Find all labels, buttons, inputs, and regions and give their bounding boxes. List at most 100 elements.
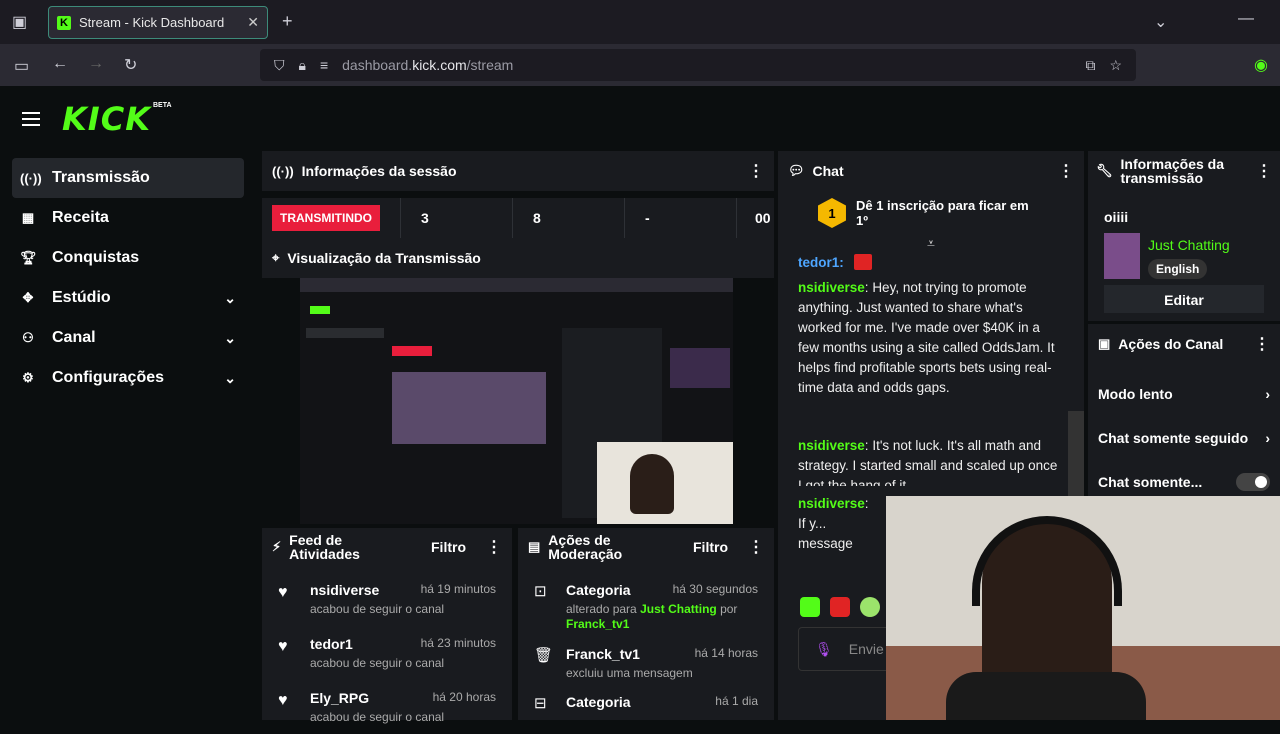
mod-user[interactable]: Franck_tv1 [566, 646, 640, 662]
emote-icon[interactable] [830, 597, 850, 617]
pinned-leaderboard[interactable]: 1 Dê 1 inscrição para ficar em 1º [778, 191, 1084, 235]
microphone-icon[interactable]: 🎙︎ [815, 641, 833, 658]
sidebar-item-label: Estúdio [52, 289, 111, 306]
chevron-right-icon: › [1265, 386, 1270, 402]
shield-icon[interactable]: ⛉ [274, 57, 285, 74]
permissions-icon[interactable]: ≡ [320, 57, 328, 73]
sidebar-item-conquistas[interactable]: 🏆︎ Conquistas [12, 238, 244, 278]
panel-title: Feed de Atividades [289, 532, 360, 562]
moderation-icon: ▤ [528, 539, 541, 554]
url-domain: kick.com [412, 57, 467, 73]
broadcast-icon: ((·)) [272, 163, 294, 179]
emote-icon[interactable] [860, 597, 880, 617]
sidebar-item-canal[interactable]: ⚇ Canal ⌄ [12, 318, 244, 358]
chat-text: Hey, not trying to promote anything. Jus… [798, 280, 1055, 395]
chat-scrollbar[interactable] [1068, 411, 1084, 501]
moderator-link[interactable]: Franck_tv1 [566, 617, 629, 631]
account-icon[interactable]: ◉ [1254, 55, 1268, 75]
address-bar[interactable]: ⛉ 🔒︎ ≡ dashboard. kick.com/stream ⧉ ☆ [260, 49, 1136, 81]
feed-item: ♥ Ely_RPG há 20 horas acabou de seguir o … [262, 690, 512, 734]
sidebar-item-configuracoes[interactable]: ⚙ Configurações ⌄ [12, 358, 244, 398]
more-options-icon[interactable]: ⋮ [748, 537, 764, 557]
bolt-icon: ⚡︎ [272, 539, 282, 554]
action-label: Chat somente seguidores [1098, 430, 1248, 446]
feed-time: há 19 minutos [420, 582, 496, 596]
feed-user[interactable]: tedor1 [310, 636, 353, 652]
logo-row: KICK BETA [22, 100, 172, 138]
category-name[interactable]: Just Chatting [1148, 237, 1230, 253]
more-options-icon[interactable]: ⋮ [1256, 161, 1272, 181]
heart-icon: ♥ [278, 638, 288, 655]
more-options-icon[interactable]: ⋮ [748, 161, 764, 181]
browser-tab[interactable]: K Stream - Kick Dashboard ✕ [48, 6, 268, 39]
preview-icon: ⌖ [272, 250, 280, 265]
moderation-panel: ▤ Ações de Moderação Filtro ⋮ ⊡ Categori… [518, 528, 774, 720]
category-icon: ⊡ [534, 583, 547, 600]
minimize-icon[interactable]: — [1238, 10, 1254, 28]
feed-time: há 23 minutos [420, 636, 496, 650]
action-label: Modo lento [1098, 386, 1173, 402]
sidebar: ((·)) Transmissão ▦ Receita 🏆︎ Conquista… [12, 158, 244, 398]
lock-icon[interactable]: 🔒︎ [299, 57, 306, 74]
category-thumbnail [1104, 233, 1140, 279]
bookmark-star-icon[interactable]: ☆ [1109, 57, 1122, 74]
emote-icon[interactable] [800, 597, 820, 617]
chat-username[interactable]: tedor1: [798, 255, 844, 270]
mod-text: alterado para [566, 602, 641, 616]
collapse-pinned-icon[interactable]: ⩡ [778, 235, 1084, 252]
pinned-text: Dê 1 inscrição para ficar em 1º [855, 198, 1029, 228]
shirt [946, 672, 1146, 720]
toggle-switch[interactable] [1236, 473, 1270, 491]
kick-logo[interactable]: KICK [62, 100, 151, 138]
chat-message: nsidiverse: Hey, not trying to promote a… [798, 280, 1055, 395]
feed-filter-button[interactable]: Filtro [431, 539, 466, 555]
activity-feed-panel: ⚡︎ Feed de Atividades Filtro ⋮ ♥ nsidive… [262, 528, 512, 724]
stream-preview-video[interactable] [300, 278, 733, 524]
picture-in-picture-icon[interactable]: ⧉ [1085, 57, 1095, 74]
chat-message: tedor1: [778, 254, 1084, 270]
close-tab-icon[interactable]: ✕ [247, 14, 259, 31]
more-options-icon[interactable]: ⋮ [1254, 334, 1270, 354]
subscribers-only-action[interactable]: Chat somente... [1088, 460, 1280, 496]
more-options-icon[interactable]: ⋮ [1058, 161, 1074, 181]
panel-title: Informações da transmissão [1120, 156, 1224, 186]
browser-nav-bar: ▭ ← → ↻ ⛉ 🔒︎ ≡ dashboard. kick.com/stream… [0, 44, 1280, 86]
moderation-filter-button[interactable]: Filtro [693, 539, 728, 555]
chat-username[interactable]: nsidiverse [798, 496, 865, 511]
tab-list-chevron-icon[interactable]: ⌄ [1154, 12, 1167, 32]
gear-icon: ⚙ [22, 370, 34, 385]
url-prefix: dashboard. [342, 57, 413, 73]
more-options-icon[interactable]: ⋮ [486, 537, 502, 557]
category-link[interactable]: Just Chatting [640, 602, 717, 616]
chat-message: nsidiverse: If y... message me o... and … [778, 494, 888, 554]
sidebar-item-transmissao[interactable]: ((·)) Transmissão [12, 158, 244, 198]
sidebar-item-label: Conquistas [52, 249, 140, 266]
chat-username[interactable]: nsidiverse [798, 280, 865, 295]
edit-button[interactable]: Editar [1104, 285, 1264, 313]
moderation-item: ⊟ Categoria há 1 dia [518, 694, 774, 712]
slow-mode-action[interactable]: Modo lento › [1088, 372, 1280, 416]
sidebar-toggle-icon[interactable]: ▭ [14, 56, 29, 76]
new-tab-icon[interactable]: + [282, 11, 293, 32]
back-icon[interactable]: ← [52, 55, 68, 73]
mod-type: Categoria [566, 582, 631, 598]
panel-title: Informações da sessão [301, 163, 457, 179]
webcam-overlay [886, 496, 1280, 720]
feed-time: há 20 horas [432, 690, 496, 704]
followers-only-action[interactable]: Chat somente seguidores › [1088, 416, 1280, 460]
reload-icon[interactable]: ↻ [124, 55, 137, 75]
chevron-down-icon: ⌄ [224, 369, 236, 386]
feed-user[interactable]: Ely_RPG [310, 690, 369, 706]
chat-icon: 💬︎ [788, 163, 805, 178]
feed-user[interactable]: nsidiverse [310, 582, 379, 598]
sidebar-item-receita[interactable]: ▦ Receita [12, 198, 244, 238]
chat-username[interactable]: nsidiverse [798, 438, 865, 453]
heart-icon: ♥ [278, 692, 288, 709]
sidebar-item-estudio[interactable]: ✥ Estúdio ⌄ [12, 278, 244, 318]
feed-action: acabou de seguir o canal [310, 710, 445, 724]
browser-tab-bar: ▣ K Stream - Kick Dashboard ✕ + ⌄ — [0, 0, 1280, 44]
chevron-down-icon: ⌄ [224, 329, 236, 346]
forward-icon[interactable]: → [88, 55, 104, 73]
tab-overview-icon[interactable]: ▣ [12, 12, 27, 32]
menu-icon[interactable] [22, 112, 40, 126]
